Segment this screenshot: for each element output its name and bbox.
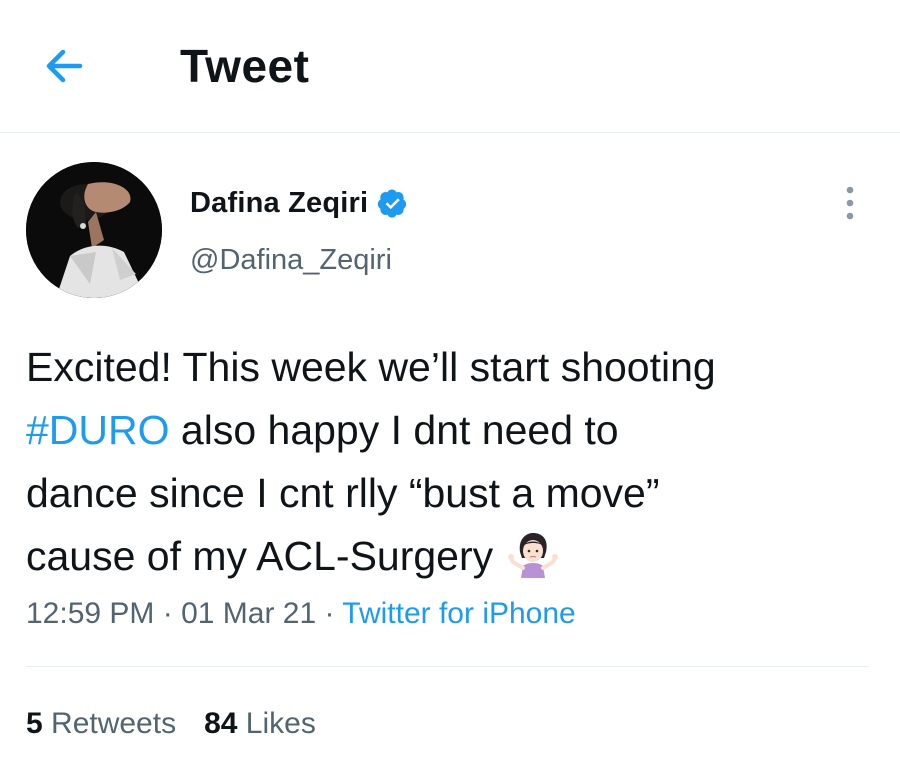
tweet-text: Excited! This week we’ll start shooting … bbox=[26, 336, 886, 588]
vertical-dots-icon bbox=[846, 186, 854, 220]
author-name-row: Dafina Zeqiri bbox=[190, 183, 408, 223]
retweets-label: Retweets bbox=[42, 707, 177, 740]
tweet-source-link[interactable]: Twitter for iPhone bbox=[342, 597, 575, 630]
retweets-stat[interactable]: 5 Retweets bbox=[26, 707, 176, 740]
back-button[interactable] bbox=[36, 38, 92, 94]
more-options-button[interactable] bbox=[838, 184, 862, 224]
tweet-line-2-text: also happy I dnt need to bbox=[169, 407, 619, 453]
tweet-line-2: #DURO also happy I dnt need to bbox=[26, 399, 886, 462]
meta-separator: · bbox=[316, 597, 343, 630]
author-handle[interactable]: @Dafina_Zeqiri bbox=[190, 244, 392, 277]
meta-divider bbox=[26, 666, 868, 667]
likes-label: Likes bbox=[237, 707, 316, 740]
retweets-count: 5 bbox=[26, 707, 43, 740]
likes-count: 84 bbox=[204, 707, 238, 740]
header-divider bbox=[0, 132, 900, 133]
tweet-meta: 12:59 PM · 01 Mar 21 · Twitter for iPhon… bbox=[26, 594, 576, 634]
tweet-stats: 5 Retweets 84 Likes bbox=[26, 704, 316, 744]
likes-stat[interactable]: 84 Likes bbox=[204, 707, 316, 740]
avatar[interactable] bbox=[26, 162, 162, 298]
tweet-time: 12:59 PM bbox=[26, 597, 155, 630]
top-bar: Tweet bbox=[0, 0, 900, 132]
meta-separator: · bbox=[154, 597, 182, 630]
tweet-line-4-text: cause of my ACL-Surgery bbox=[26, 533, 494, 579]
arrow-left-icon bbox=[46, 49, 83, 83]
tweet-line-3: dance since I cnt rlly “bust a move” bbox=[26, 470, 660, 516]
woman-shrugging-icon bbox=[508, 533, 559, 578]
author-display-name[interactable]: Dafina Zeqiri bbox=[190, 187, 368, 220]
hashtag-link[interactable]: #DURO bbox=[26, 407, 170, 453]
tweet-date: 01 Mar 21 bbox=[181, 597, 317, 630]
profile-photo bbox=[26, 162, 162, 298]
verified-badge-icon bbox=[378, 188, 407, 218]
tweet-line-1: Excited! This week we’ll start shooting bbox=[26, 344, 716, 390]
page-title: Tweet bbox=[180, 40, 310, 92]
tweet-line-4: cause of my ACL-Surgery bbox=[26, 525, 886, 588]
